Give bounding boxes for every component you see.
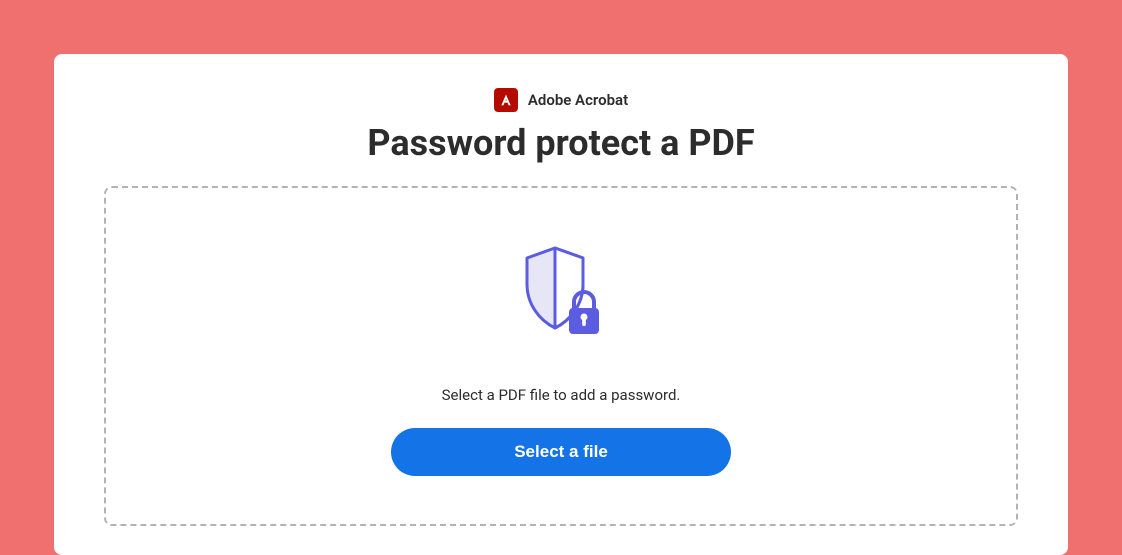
select-file-button[interactable]: Select a file: [391, 428, 731, 476]
brand-label: Adobe Acrobat: [528, 91, 628, 109]
dropzone-instruction: Select a PDF file to add a password.: [442, 386, 681, 404]
file-dropzone[interactable]: Select a PDF file to add a password. Sel…: [104, 186, 1018, 526]
tool-card: Adobe Acrobat Password protect a PDF Sel…: [54, 54, 1068, 555]
page-title: Password protect a PDF: [104, 122, 1018, 164]
brand-row: Adobe Acrobat: [104, 88, 1018, 112]
shield-lock-icon: [511, 242, 611, 346]
adobe-acrobat-icon: [494, 88, 518, 112]
